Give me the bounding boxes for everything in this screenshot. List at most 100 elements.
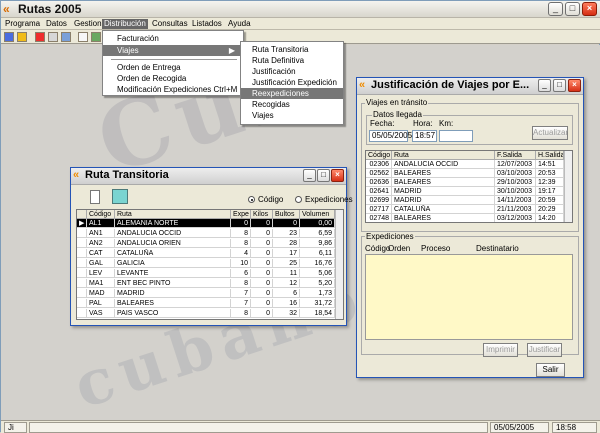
menu-gestion[interactable]: Gestion [72,19,104,29]
menu-listados[interactable]: Listados [190,19,224,29]
fecha-input[interactable]: 05/05/2005 [369,130,412,142]
ruta-maximize-button[interactable]: □ [317,169,330,182]
menu-consultas[interactable]: Consultas [150,19,190,29]
connect-icon[interactable] [4,32,14,42]
column-h-salida[interactable]: H.Salida [536,151,564,160]
just-maximize-button[interactable]: □ [553,79,566,92]
table-cell: 32 [273,309,300,318]
menu-viajes[interactable]: Viajes ▶ [103,45,243,56]
application-window: « Rutas 2005 _ □ × Programa Datos Gestio… [0,0,600,433]
transfer-icon[interactable] [91,32,101,42]
row-header [77,210,87,219]
table-cell: BALEARES [392,214,495,222]
exp-column-codigo: Código [365,244,391,253]
table-cell: 9,86 [300,239,335,248]
imprimir-button[interactable]: Imprimir [483,343,518,357]
table-cell: 0 [251,289,273,298]
table-cell: ANDALUCIA OCCID [392,160,495,169]
table-cell: 19:17 [536,187,564,196]
rutas-app-icon: « [3,2,10,16]
table-cell: BALEARES [392,169,495,178]
column-kilos[interactable]: Kilos [251,210,273,219]
viajes-vertical-scrollbar[interactable] [564,151,572,222]
table-cell: AL1 [87,219,115,228]
column-bultos[interactable]: Bultos [273,210,300,219]
menu-justificacion-expedicion[interactable]: Justificación Expedición [241,77,343,88]
exp-column-orden: Orden [388,244,411,253]
menu-orden-recogida[interactable]: Orden de Recogida [103,73,243,84]
column-codigo[interactable]: Código [366,151,392,160]
table-cell: 0,00 [300,219,335,228]
table-cell: CAT [87,249,115,258]
close-button[interactable]: × [582,2,597,16]
table-cell: PAL [87,299,115,308]
column-codigo[interactable]: Código [87,210,115,219]
menu-programa[interactable]: Programa [3,19,42,29]
ruta-vertical-scrollbar[interactable] [335,210,343,319]
codigo-radio[interactable] [248,196,255,203]
table-cell: 03/12/2003 [495,214,536,222]
user-icon[interactable] [17,32,27,42]
justificar-button[interactable]: Justificar [527,343,562,357]
expediciones-radio[interactable] [295,196,302,203]
menu-datos[interactable]: Datos [44,19,69,29]
codigo-radio-label: Código [258,195,284,204]
table-cell: 0 [251,279,273,288]
maximize-button[interactable]: □ [565,2,580,16]
menu-ayuda[interactable]: Ayuda [226,19,253,29]
window-icon: « [359,79,366,91]
row-pointer-icon [77,279,87,288]
menu-facturacion[interactable]: Facturación [103,33,243,44]
hora-label: Hora: [413,119,433,128]
print-icon[interactable] [48,32,58,42]
row-pointer-icon: ▶ [77,219,87,228]
table-cell: 0 [251,219,273,228]
minimize-button[interactable]: _ [548,2,563,16]
app-title: Rutas 2005 [18,2,82,16]
just-minimize-button[interactable]: _ [538,79,551,92]
search-icon[interactable] [61,32,71,42]
table-cell: 29/10/2003 [495,178,536,187]
exit-door-icon[interactable] [112,189,128,204]
new-document-icon[interactable] [90,190,100,204]
menu-ruta-transitoria[interactable]: Ruta Transitoria [241,44,343,55]
menu-modificacion-expediciones[interactable]: Modificación Expediciones Ctrl+M [103,84,243,95]
just-close-button[interactable]: × [568,79,581,92]
table-cell: 17 [273,249,300,258]
table-cell: 0 [231,219,251,228]
column-ruta[interactable]: Ruta [115,210,231,219]
table-cell: 8 [231,309,251,318]
window-icon: « [73,169,80,181]
document-icon[interactable] [78,32,88,42]
menu-viajes-list[interactable]: Viajes [241,110,343,121]
actualizar-button[interactable]: Actualizar [532,126,568,140]
km-input[interactable] [439,130,473,142]
salir-button[interactable]: Salir [536,363,565,377]
column-expe[interactable]: Expe [231,210,251,219]
table-cell: 02641 [366,187,392,196]
row-pointer-icon [77,259,87,268]
exp-column-proceso: Proceso [421,244,451,253]
table-cell: 21/11/2003 [495,205,536,214]
table-cell: 10 [231,259,251,268]
ruta-minimize-button[interactable]: _ [303,169,316,182]
column-ruta[interactable]: Ruta [392,151,495,160]
menu-recogidas[interactable]: Recogidas [241,99,343,110]
menu-distribucion[interactable]: Distribución [102,19,148,29]
expediciones-list[interactable] [365,254,573,340]
ruta-close-button[interactable]: × [331,169,344,182]
just-window-title: Justificación de Viajes por E... [371,79,530,91]
menu-ruta-definitiva[interactable]: Ruta Definitiva [241,55,343,66]
column-f-salida[interactable]: F.Salida [495,151,536,160]
menu-reexpediciones[interactable]: Reexpediciones [241,88,343,99]
cancel-icon[interactable] [35,32,45,42]
table-cell: MA1 [87,279,115,288]
table-cell: 0 [251,299,273,308]
row-pointer-icon [77,269,87,278]
menu-orden-entrega[interactable]: Orden de Entrega [103,62,243,73]
justificacion-window: « Justificación de Viajes por E... _ □ ×… [356,77,584,378]
table-cell: 11 [273,269,300,278]
menu-justificacion[interactable]: Justificación [241,66,343,77]
column-volumen[interactable]: Volumen [300,210,335,219]
hora-input[interactable]: 18:57 [412,130,437,142]
